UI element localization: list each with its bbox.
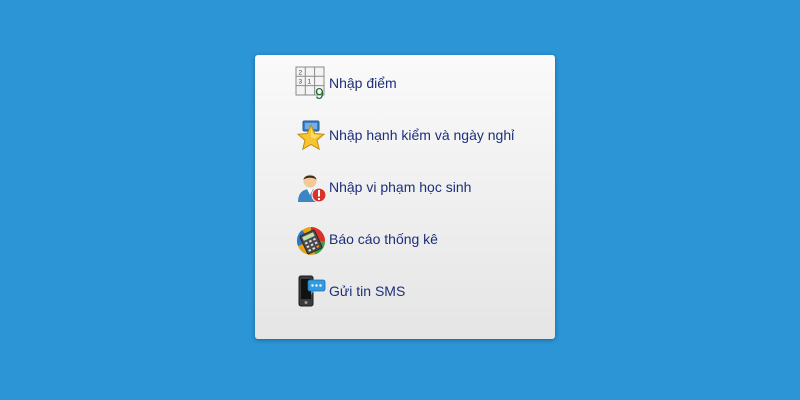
grid-digit-mid: 3 xyxy=(299,79,303,86)
calculator-chart-icon xyxy=(295,222,329,256)
grid-digit-mid2: 1 xyxy=(308,79,312,86)
menu-item-label: Báo cáo thống kê xyxy=(329,231,438,247)
menu-item-label: Nhập vi phạm học sinh xyxy=(329,179,472,195)
menu-item-conduct-absence[interactable]: Nhập hạnh kiểm và ngày nghỉ xyxy=(295,118,514,152)
menu-item-label: Gửi tin SMS xyxy=(329,283,406,299)
star-icon xyxy=(295,118,329,152)
grid-digit-big: 9 xyxy=(315,86,324,100)
menu-item-student-violations[interactable]: Nhập vi phạm học sinh xyxy=(295,170,471,204)
menu-item-label: Nhập hạnh kiểm và ngày nghỉ xyxy=(329,127,515,143)
grid-digit-top: 2 xyxy=(299,70,303,77)
user-warning-icon xyxy=(295,170,329,204)
menu-card: 2 3 1 9 Nhập điểm Nhập hạnh kiểm và ngày… xyxy=(255,55,555,339)
menu-item-label: Nhập điểm xyxy=(329,75,397,91)
menu-item-statistics-report[interactable]: Báo cáo thống kê xyxy=(295,222,438,256)
phone-message-icon xyxy=(295,274,329,308)
menu-item-send-sms[interactable]: Gửi tin SMS xyxy=(295,274,405,308)
score-grid-icon: 2 3 1 9 xyxy=(295,66,329,100)
menu-item-enter-scores[interactable]: 2 3 1 9 Nhập điểm xyxy=(295,66,397,100)
